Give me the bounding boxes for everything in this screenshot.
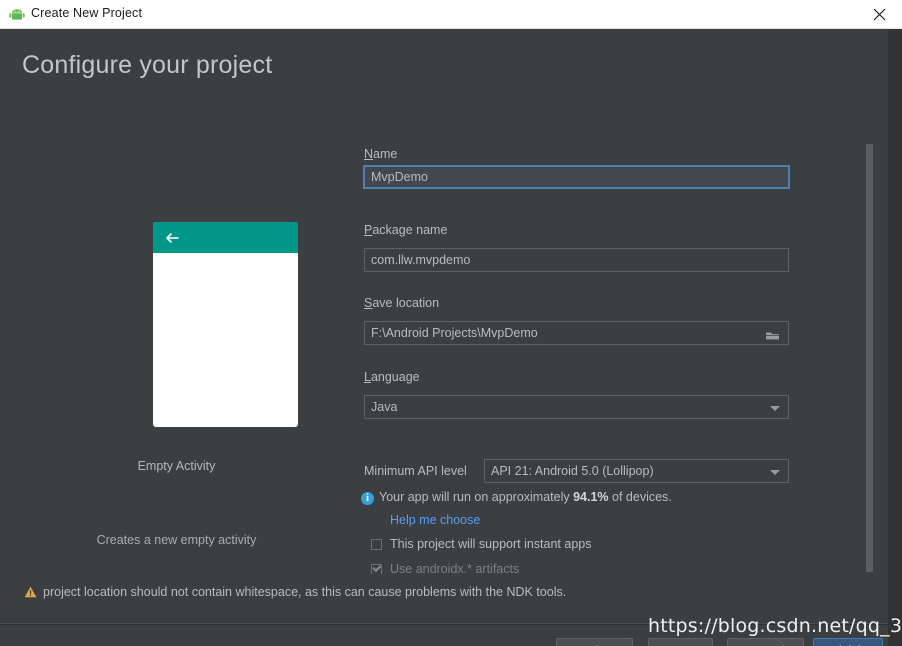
form-scrollbar-track[interactable]: [864, 143, 874, 574]
language-label-text: anguage: [371, 370, 420, 384]
name-input[interactable]: MvpDemo: [363, 165, 790, 189]
form-scrollbar-thumb[interactable]: [866, 144, 873, 572]
language-value: Java: [371, 400, 397, 414]
device-coverage-prefix: Your app will run on approximately: [379, 490, 573, 504]
name-label-text: ame: [373, 147, 397, 161]
window-right-gutter: [888, 29, 902, 646]
package-name-label-text: ackage name: [372, 223, 447, 237]
min-api-value: API 21: Android 5.0 (Lollipop): [491, 464, 654, 478]
language-label-mnemonic: L: [364, 370, 371, 384]
android-icon: [9, 8, 25, 22]
min-api-select[interactable]: API 21: Android 5.0 (Lollipop): [484, 459, 789, 483]
help-me-choose-link[interactable]: Help me choose: [390, 513, 480, 527]
instant-apps-label: This project will support instant apps: [390, 537, 591, 551]
warning-triangle-icon: [24, 586, 37, 598]
save-location-input[interactable]: F:\Android Projects\MvpDemo: [364, 321, 789, 345]
template-name: Empty Activity: [55, 459, 298, 473]
save-location-label: Save location: [364, 296, 439, 310]
window-titlebar: Create New Project: [0, 0, 902, 29]
package-name-label: Package name: [364, 223, 447, 237]
name-label: Name: [364, 147, 397, 161]
template-description: Creates a new empty activity: [55, 533, 298, 547]
androidx-label: Use androidx.* artifacts: [390, 562, 519, 574]
previous-button[interactable]: Previous: [556, 638, 633, 646]
chevron-down-icon: [770, 470, 780, 475]
finish-button[interactable]: Finish: [813, 638, 883, 646]
cancel-button[interactable]: Cancel: [727, 638, 804, 646]
info-icon: i: [361, 492, 374, 505]
arrow-back-icon: [164, 230, 180, 246]
device-coverage-suffix: of devices.: [609, 490, 672, 504]
window-title: Create New Project: [31, 6, 142, 20]
package-name-input[interactable]: com.llw.mvpdemo: [364, 248, 789, 272]
language-select[interactable]: Java: [364, 395, 789, 419]
device-coverage-text: Your app will run on approximately 94.1%…: [379, 490, 672, 504]
dialog-content: Configure your project Empty Activity Cr…: [0, 29, 888, 646]
folder-icon[interactable]: [765, 327, 780, 340]
preview-appbar: [153, 222, 298, 253]
create-new-project-dialog: Create New Project Configure your projec…: [0, 0, 902, 646]
name-label-mnemonic: N: [364, 147, 373, 161]
chevron-down-icon: [770, 406, 780, 411]
template-preview: [153, 222, 298, 427]
watermark: https://blog.csdn.net/qq_38436214: [648, 615, 902, 637]
checkbox-icon[interactable]: [371, 539, 382, 550]
project-config-form: Name MvpDemo Package name com.llw.mvpdem…: [361, 119, 861, 574]
language-label: Language: [364, 370, 420, 384]
page-title: Configure your project: [22, 51, 272, 80]
save-location-value: F:\Android Projects\MvpDemo: [371, 326, 538, 340]
validation-warning-text: project location should not contain whit…: [43, 585, 566, 599]
min-api-label: Minimum API level: [364, 464, 467, 478]
close-icon[interactable]: [856, 0, 902, 28]
device-coverage-percent: 94.1%: [573, 490, 608, 504]
save-location-label-text: ave location: [372, 296, 439, 310]
next-button[interactable]: Next: [648, 638, 713, 646]
checkbox-checked-icon[interactable]: [371, 564, 382, 574]
